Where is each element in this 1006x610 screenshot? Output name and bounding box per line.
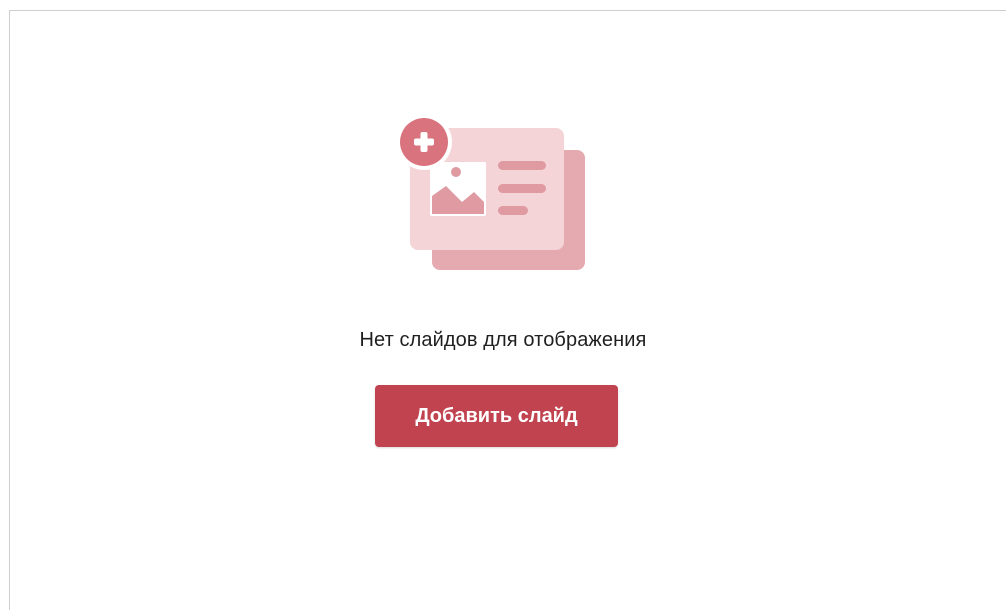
slides-panel — [9, 10, 1006, 610]
empty-state-message: Нет слайдов для отображения — [359, 329, 647, 351]
add-slide-illustration-icon — [384, 106, 594, 276]
add-slide-button[interactable]: Добавить слайд — [375, 385, 618, 447]
